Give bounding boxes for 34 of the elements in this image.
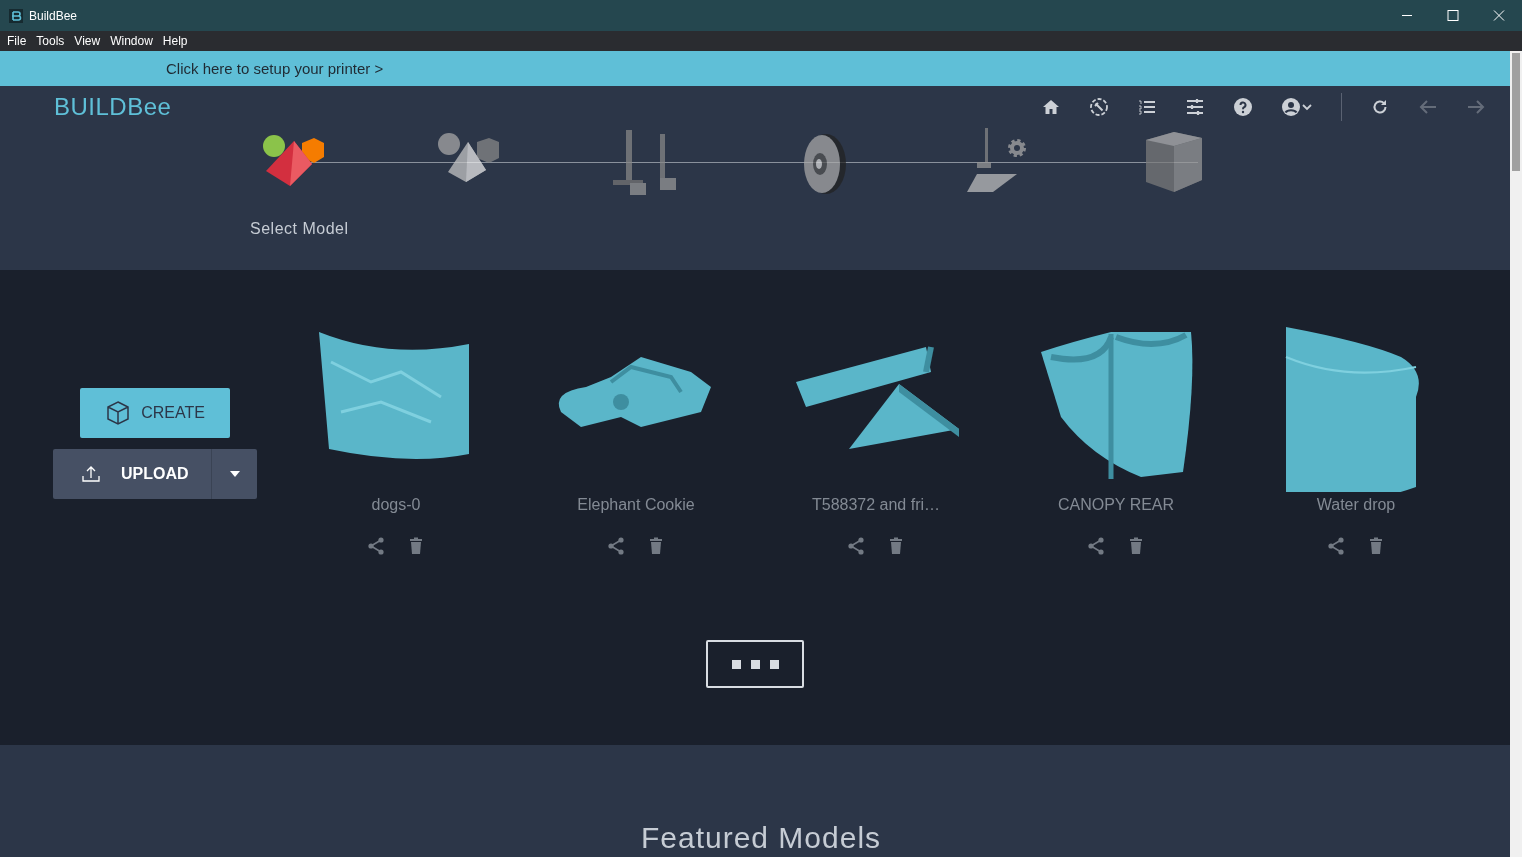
wrench-icon[interactable] [1089,97,1109,117]
caret-icon [229,471,240,477]
menu-item[interactable]: Window [105,34,158,48]
model-name: dogs-0 [371,496,421,514]
scrollbar-thumb[interactable] [1512,53,1520,171]
share-icon[interactable] [606,536,626,556]
account-icon[interactable] [1281,97,1313,117]
menu-item[interactable]: Help [157,34,193,48]
app-logo-icon [9,8,23,23]
upload-icon [81,465,101,483]
help-icon[interactable] [1233,97,1253,117]
model-name: T588372 and fri… [811,496,941,514]
window-title: BuildBee [29,8,79,23]
menu-item[interactable]: File [2,34,32,48]
share-icon[interactable] [1086,536,1106,556]
setup-printer-link[interactable]: Click here to setup your printer > [166,60,384,77]
menu-item[interactable]: Tools [31,34,70,48]
model-name: CANOPY REAR [1057,496,1175,514]
create-button[interactable]: CREATE [80,388,230,438]
menu-item[interactable]: View [69,34,106,48]
share-icon[interactable] [846,536,866,556]
sliders-icon[interactable] [1185,97,1205,117]
app-logo[interactable]: BUILDBee [54,93,1041,121]
model-name: Water drop [1316,496,1396,514]
load-more-button[interactable] [706,640,804,688]
numbered-list-icon[interactable] [1137,97,1157,117]
section-heading: Featured Models [639,821,883,855]
share-icon[interactable] [1326,536,1346,556]
model-name: Elephant Cookie [577,496,695,514]
share-icon[interactable] [366,536,386,556]
home-icon[interactable] [1041,97,1061,117]
cube-icon [105,400,132,426]
step-label: Select Model [250,220,349,238]
upload-button[interactable]: UPLOAD [53,449,211,499]
